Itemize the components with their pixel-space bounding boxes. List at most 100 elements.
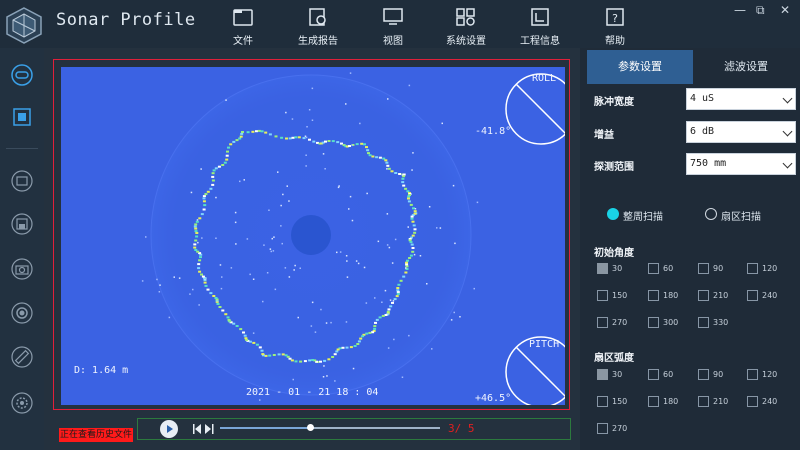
checkbox-start_angle-150[interactable] <box>597 290 608 301</box>
chevron-down-icon <box>782 158 793 169</box>
gain-select[interactable]: 6 dB <box>686 121 796 143</box>
checkbox-label: 30 <box>612 370 623 379</box>
skip-back-icon[interactable] <box>192 423 216 435</box>
chevron-down-icon <box>782 93 793 104</box>
close-button[interactable]: ✕ <box>780 3 790 17</box>
sonar-scan-graphic <box>61 67 565 405</box>
checkbox-sector_angle-150[interactable] <box>597 396 608 407</box>
checkbox-start_angle-330[interactable] <box>698 317 709 328</box>
range-select[interactable]: 750 mm <box>686 153 796 175</box>
checkbox-sector_angle-90[interactable] <box>698 369 709 380</box>
checkbox-label: 300 <box>663 318 679 327</box>
checkbox-sector_angle-120[interactable] <box>747 369 758 380</box>
svg-text:?: ? <box>612 12 618 25</box>
app-logo-icon <box>6 7 42 44</box>
pitch-value: +46.5° <box>475 393 512 404</box>
monitor-icon <box>383 8 403 25</box>
checkbox-start_angle-30[interactable] <box>597 263 608 274</box>
checkbox-sector_angle-30[interactable] <box>597 369 608 380</box>
checkbox-label: 30 <box>612 264 623 273</box>
checkbox-start_angle-120[interactable] <box>747 263 758 274</box>
menu-help-label: 帮助 <box>605 36 625 47</box>
sector-scan-label: 扇区扫描 <box>721 212 761 223</box>
tab-params[interactable]: 参数设置 <box>587 50 693 84</box>
menu-settings[interactable]: 系统设置 <box>436 6 496 47</box>
range-label: 探测范围 <box>594 162 634 173</box>
camera-icon[interactable] <box>11 258 33 280</box>
left-sidebar <box>0 48 44 450</box>
checkbox-sector_angle-60[interactable] <box>648 369 659 380</box>
connect-icon[interactable] <box>11 64 33 86</box>
menu-report-label: 生成报告 <box>298 36 338 47</box>
checkbox-label: 330 <box>713 318 729 327</box>
checkbox-label: 120 <box>762 264 778 273</box>
checkbox-label: 60 <box>663 370 674 379</box>
report-icon <box>309 8 326 26</box>
sonar-image[interactable]: ROLL -41.8° PITCH +46.5° D: 1.64 m 2021 … <box>61 67 565 405</box>
menu-report[interactable]: 生成报告 <box>288 6 348 47</box>
grid-settings-icon <box>456 8 475 26</box>
pulse-width-select[interactable]: 4 uS <box>686 88 796 110</box>
progress-fill <box>220 427 311 429</box>
checkbox-label: 90 <box>713 370 724 379</box>
checkbox-sector_angle-180[interactable] <box>648 396 659 407</box>
checkbox-label: 60 <box>663 264 674 273</box>
record-icon[interactable] <box>11 302 33 324</box>
checkbox-sector_angle-210[interactable] <box>698 396 709 407</box>
checkbox-label: 240 <box>762 397 778 406</box>
distance-readout: D: 1.64 m <box>74 365 129 376</box>
full-scan-radio[interactable] <box>607 208 619 220</box>
checkbox-label: 270 <box>612 424 628 433</box>
checkbox-sector_angle-240[interactable] <box>747 396 758 407</box>
open-folder-icon[interactable] <box>11 170 33 192</box>
gain-label: 增益 <box>594 130 614 141</box>
checkbox-label: 210 <box>713 291 729 300</box>
sector-angle-title: 扇区弧度 <box>594 353 634 364</box>
help-icon: ? <box>606 8 624 26</box>
checkbox-start_angle-270[interactable] <box>597 317 608 328</box>
start-angle-title: 初始角度 <box>594 248 634 259</box>
pitch-label: PITCH <box>529 339 560 350</box>
checkbox-start_angle-210[interactable] <box>698 290 709 301</box>
menu-help[interactable]: ? 帮助 <box>585 6 645 47</box>
checkbox-start_angle-240[interactable] <box>747 290 758 301</box>
checkbox-label: 180 <box>663 397 679 406</box>
checkbox-start_angle-60[interactable] <box>648 263 659 274</box>
play-button[interactable] <box>160 420 178 438</box>
menu-view[interactable]: 视图 <box>363 6 423 47</box>
roll-value: -41.8° <box>475 126 512 137</box>
roll-label: ROLL <box>532 73 557 84</box>
timestamp: 2021 - 01 - 21 18 : 04 <box>246 387 379 398</box>
checkbox-label: 180 <box>663 291 679 300</box>
checkbox-start_angle-300[interactable] <box>648 317 659 328</box>
menu-project[interactable]: 工程信息 <box>510 6 570 47</box>
checkbox-label: 90 <box>713 264 724 273</box>
menu-file-label: 文件 <box>233 36 253 47</box>
checkbox-start_angle-90[interactable] <box>698 263 709 274</box>
checkbox-label: 150 <box>612 291 628 300</box>
pulse-width-label: 脉冲宽度 <box>594 97 634 108</box>
pulse-width-value: 4 uS <box>690 93 715 104</box>
menu-view-label: 视图 <box>383 36 403 47</box>
project-icon <box>531 8 549 26</box>
checkbox-label: 120 <box>762 370 778 379</box>
sector-scan-radio[interactable] <box>705 208 717 220</box>
checkbox-label: 240 <box>762 291 778 300</box>
chevron-down-icon <box>782 126 793 137</box>
minimize-button[interactable]: — <box>734 3 746 17</box>
save-icon[interactable] <box>11 213 33 235</box>
range-value: 750 mm <box>690 158 727 169</box>
sidebar-divider <box>6 148 38 149</box>
gear-icon[interactable] <box>11 392 33 414</box>
ruler-icon[interactable] <box>11 346 33 368</box>
menu-settings-label: 系统设置 <box>446 36 486 47</box>
menu-project-label: 工程信息 <box>520 36 560 47</box>
restore-button[interactable]: ⧉ <box>756 3 765 18</box>
chip-icon[interactable] <box>11 106 33 128</box>
tab-filter[interactable]: 滤波设置 <box>693 50 799 84</box>
checkbox-sector_angle-270[interactable] <box>597 423 608 434</box>
checkbox-start_angle-180[interactable] <box>648 290 659 301</box>
folder-icon <box>233 9 253 26</box>
playback-status: 正在查看历史文件 <box>59 428 133 442</box>
menu-file[interactable]: 文件 <box>213 6 273 47</box>
